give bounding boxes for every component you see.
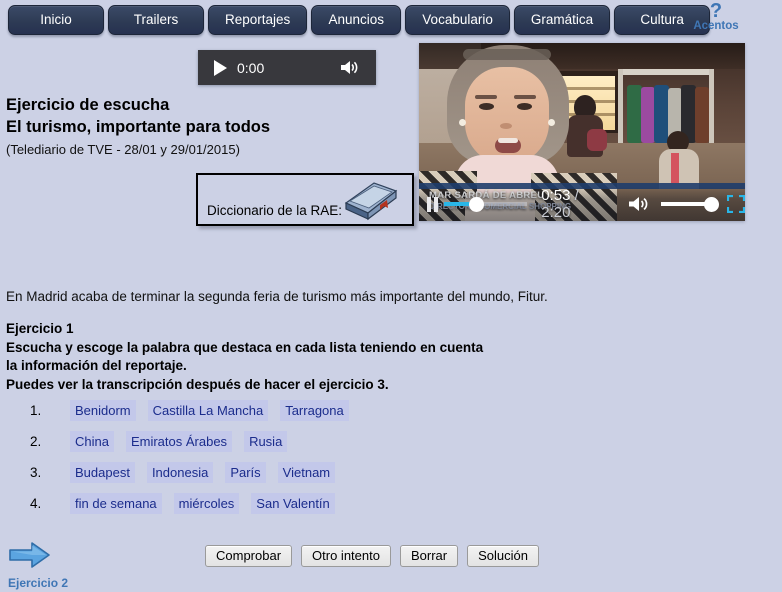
option-word[interactable]: Emiratos Árabes <box>125 431 233 452</box>
volume-slider[interactable] <box>661 197 719 212</box>
instruction-line-3: la información del reportaje. <box>6 358 187 373</box>
action-button-group: Comprobar Otro intento Borrar Solución <box>205 545 539 567</box>
acentos-help-link[interactable]: ? Acentos <box>686 0 746 33</box>
nav-item-gramatica[interactable]: Gramática <box>513 5 611 35</box>
nav-item-vocabulario[interactable]: Vocabulario <box>405 5 510 35</box>
exercise-heading: Ejercicio de escucha El turismo, importa… <box>6 94 416 160</box>
question-number: 2. <box>30 434 42 449</box>
exercise-instructions: Ejercicio 1 Escucha y escoge la palabra … <box>6 320 746 394</box>
arrow-right-icon[interactable] <box>8 540 94 575</box>
play-icon[interactable] <box>214 59 227 76</box>
question-options: Budapest Indonesia París Vietnam <box>70 462 347 483</box>
dictionary-label: Diccionario de la RAE: <box>207 203 343 218</box>
option-word[interactable]: Tarragona <box>280 400 349 421</box>
option-word[interactable]: Indonesia <box>146 462 214 483</box>
speaker-icon[interactable] <box>627 195 649 213</box>
option-word[interactable]: Budapest <box>70 462 135 483</box>
question-row: 1. Benidorm Castilla La Mancha Tarragona <box>30 400 670 421</box>
exercise-number-label: Ejercicio 1 <box>6 321 74 336</box>
borrar-button[interactable]: Borrar <box>399 545 459 567</box>
audio-player[interactable]: 0:00 <box>198 50 376 85</box>
nav-item-trailers[interactable]: Trailers <box>108 5 204 35</box>
main-navigation: Inicio Trailers Reportajes Anuncios Voca… <box>0 5 782 37</box>
question-number: 3. <box>30 465 42 480</box>
intro-paragraph: En Madrid acaba de terminar la segunda f… <box>6 289 548 304</box>
option-word[interactable]: miércoles <box>173 493 240 514</box>
question-number: 1. <box>30 403 42 418</box>
nav-item-reportajes[interactable]: Reportajes <box>208 5 308 35</box>
otro-intento-button[interactable]: Otro intento <box>301 545 391 567</box>
source-credit: (Telediario de TVE - 28/01 y 29/01/2015) <box>6 142 240 157</box>
question-number: 4. <box>30 496 42 511</box>
question-row: 2. China Emiratos Árabes Rusia <box>30 431 670 452</box>
video-time-separator: / <box>574 187 579 204</box>
next-exercise-label: Ejercicio 2 <box>8 576 69 590</box>
video-progress-bar[interactable] <box>444 197 528 212</box>
next-exercise-link[interactable]: Ejercicio 2 <box>8 540 94 590</box>
question-options: fin de semana miércoles San Valentín <box>70 493 347 514</box>
option-word[interactable]: fin de semana <box>70 493 162 514</box>
page-subtitle: El turismo, importante para todos <box>6 118 271 136</box>
video-controls: 0:53 / 2:20 <box>419 187 745 221</box>
speaker-icon[interactable] <box>339 59 359 76</box>
question-options: Benidorm Castilla La Mancha Tarragona <box>70 400 361 421</box>
option-word[interactable]: Rusia <box>244 431 288 452</box>
question-mark-icon: ? <box>709 0 723 22</box>
option-word[interactable]: Benidorm <box>70 400 136 421</box>
fullscreen-icon[interactable] <box>726 194 745 214</box>
question-row: 3. Budapest Indonesia París Vietnam <box>30 462 670 483</box>
solucion-button[interactable]: Solución <box>467 545 539 567</box>
nav-item-inicio[interactable]: Inicio <box>8 5 104 35</box>
option-word[interactable]: París <box>225 462 266 483</box>
question-options: China Emiratos Árabes Rusia <box>70 431 299 452</box>
nav-item-anuncios[interactable]: Anuncios <box>311 5 402 35</box>
video-progress-handle[interactable] <box>468 197 484 212</box>
option-word[interactable]: Castilla La Mancha <box>147 400 269 421</box>
option-word[interactable]: China <box>70 431 114 452</box>
question-list: 1. Benidorm Castilla La Mancha Tarragona… <box>30 400 670 524</box>
video-current-time: 0:53 <box>541 187 571 204</box>
option-word[interactable]: San Valentín <box>251 493 335 514</box>
dictionary-box[interactable]: Diccionario de la RAE: <box>196 173 414 226</box>
acentos-label: Acentos <box>693 20 739 32</box>
video-total-time: 2:20 <box>541 204 571 221</box>
question-row: 4. fin de semana miércoles San Valentín <box>30 493 670 514</box>
audio-time-display: 0:00 <box>237 59 265 76</box>
page-root: Inicio Trailers Reportajes Anuncios Voca… <box>0 0 782 592</box>
video-time-display: 0:53 / 2:20 <box>541 187 611 221</box>
page-title: Ejercicio de escucha <box>6 96 170 114</box>
volume-slider-handle[interactable] <box>704 197 719 212</box>
instruction-line-4: Puedes ver la transcripción después de h… <box>6 376 389 392</box>
option-word[interactable]: Vietnam <box>277 462 336 483</box>
pause-icon[interactable] <box>427 196 438 212</box>
video-player[interactable]: MAR SARDÁ DE ABREU DIRECTORA COMERCIAL S… <box>419 43 745 221</box>
comprobar-button[interactable]: Comprobar <box>205 545 293 567</box>
instruction-line-2: Escucha y escoge la palabra que destaca … <box>6 339 484 355</box>
book-icon[interactable] <box>336 177 402 228</box>
